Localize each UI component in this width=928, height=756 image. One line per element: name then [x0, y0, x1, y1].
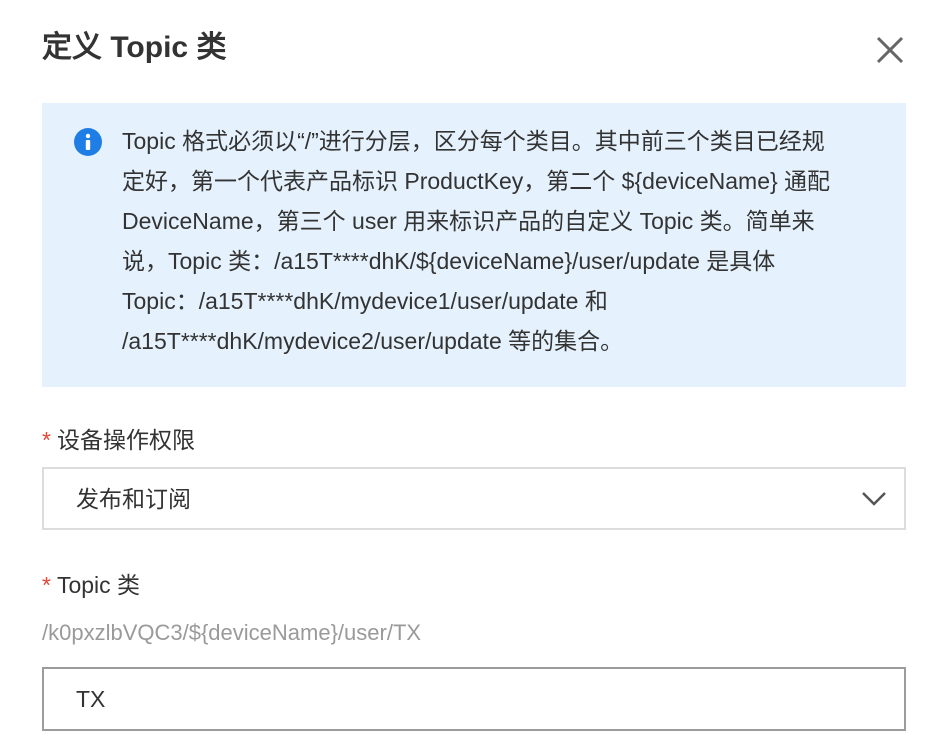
info-text: Topic 格式必须以“/”进行分层，区分每个类目。其中前三个类目已经规 定好，…	[122, 128, 831, 354]
topic-label-text: Topic 类	[56, 572, 141, 598]
chevron-down-icon	[862, 492, 886, 506]
topic-prefix-preview: /k0pxzlbVQC3/${deviceName}/user/TX	[42, 620, 422, 645]
permission-label: * 设备操作权限	[42, 423, 195, 457]
info-alert: Topic 格式必须以“/”进行分层，区分每个类目。其中前三个类目已经规 定好，…	[42, 103, 906, 387]
close-button[interactable]	[870, 30, 910, 70]
permission-select[interactable]: 发布和订阅	[42, 467, 906, 530]
dialog-title: 定义 Topic 类	[42, 31, 227, 64]
topic-input[interactable]	[42, 667, 906, 731]
topic-label: * Topic 类	[42, 568, 140, 602]
permission-select-value: 发布和订阅	[76, 486, 191, 512]
required-mark: *	[42, 572, 51, 598]
permission-label-text: 设备操作权限	[56, 427, 195, 453]
info-icon	[74, 128, 102, 156]
close-icon	[876, 36, 904, 64]
required-mark: *	[42, 427, 51, 453]
